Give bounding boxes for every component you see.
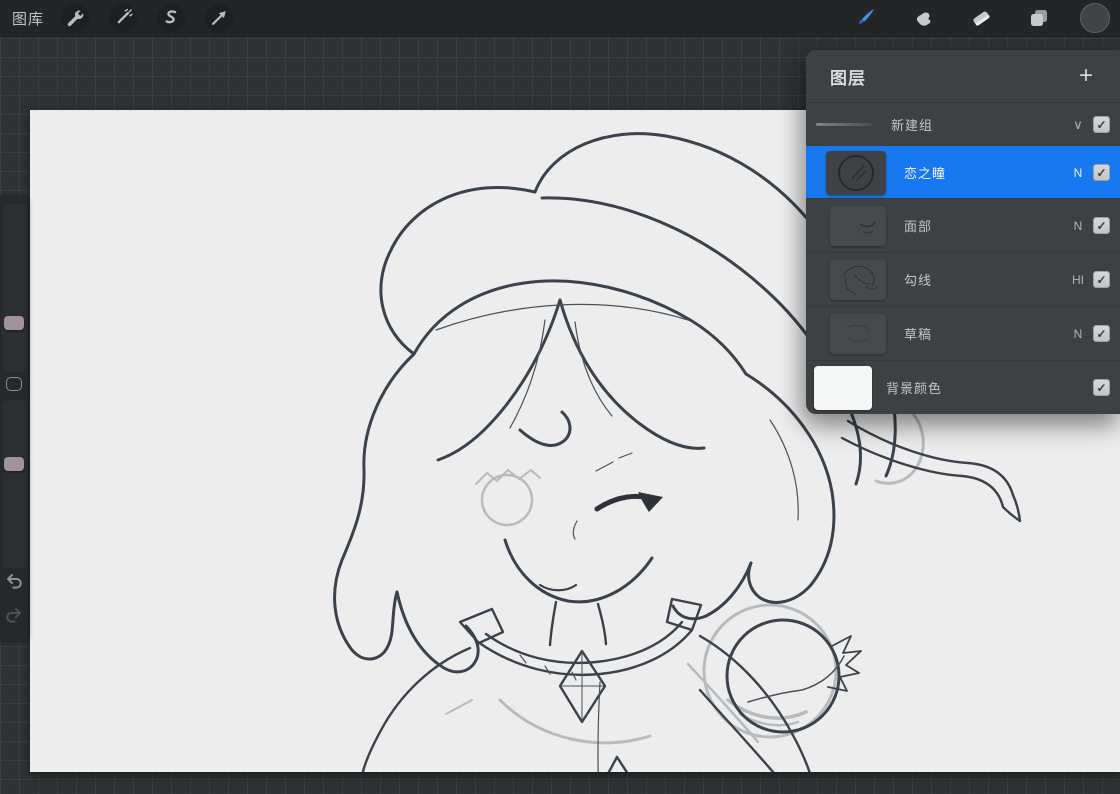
layer-row[interactable]: 草稿 N ✓ [806, 306, 1120, 360]
layer-visibility-checkbox[interactable]: ✓ [1093, 271, 1110, 288]
layer-name: 草稿 [904, 324, 932, 343]
group-name: 新建组 [891, 115, 933, 134]
actions-button[interactable] [58, 3, 92, 33]
procreate-workspace: 图库 [0, 0, 1120, 794]
layer-name: 恋之瞳 [904, 163, 946, 182]
layer-visibility-checkbox[interactable]: ✓ [1093, 217, 1110, 234]
blend-mode-badge[interactable]: N [1065, 166, 1091, 180]
opacity-slider[interactable] [2, 400, 26, 568]
layers-panel-title: 图层 [830, 64, 866, 89]
paint-tool-button[interactable] [848, 3, 882, 33]
add-layer-button[interactable]: + [1072, 62, 1100, 90]
blend-mode-badge[interactable]: N [1065, 219, 1091, 233]
group-visibility-checkbox[interactable]: ✓ [1093, 116, 1110, 133]
group-thumbnail [816, 123, 872, 126]
layer-name: 面部 [904, 216, 932, 235]
layer-group-row[interactable]: 新建组 ∨ ✓ [806, 102, 1120, 146]
transform-button[interactable] [202, 3, 236, 33]
layers-icon [1027, 6, 1051, 30]
background-visibility-checkbox[interactable]: ✓ [1093, 379, 1110, 396]
layer-row-selected[interactable]: 恋之瞳 N ✓ [806, 146, 1120, 198]
selection-button[interactable] [154, 3, 188, 33]
background-color-row[interactable]: 背景颜色 ✓ [806, 360, 1120, 414]
magic-wand-icon [113, 8, 133, 28]
paint-brush-icon [853, 6, 877, 30]
redo-button[interactable] [3, 604, 25, 626]
redo-icon [4, 606, 24, 624]
layer-thumbnail [826, 151, 886, 195]
undo-icon [4, 572, 24, 590]
layer-visibility-checkbox[interactable]: ✓ [1093, 325, 1110, 342]
eraser-icon [969, 6, 993, 30]
wrench-icon [65, 8, 85, 28]
selection-s-icon [161, 8, 181, 28]
layers-panel-header: 图层 + [806, 50, 1120, 102]
blend-mode-badge[interactable]: N [1065, 327, 1091, 341]
gallery-button[interactable]: 图库 [12, 8, 44, 29]
blend-mode-badge[interactable]: HI [1065, 273, 1091, 287]
layer-name: 勾线 [904, 270, 932, 289]
layer-row[interactable]: 勾线 HI ✓ [806, 252, 1120, 306]
sidebar-tool-strip [0, 196, 28, 642]
opacity-handle[interactable] [4, 457, 24, 471]
color-swatch-button[interactable] [1080, 3, 1110, 33]
transform-arrow-icon [209, 8, 229, 28]
top-toolbar: 图库 [0, 0, 1120, 36]
layers-panel: 图层 + 新建组 ∨ ✓ 恋之瞳 N ✓ [806, 50, 1120, 414]
background-color-name: 背景颜色 [886, 378, 942, 397]
layers-panel-button[interactable] [1022, 3, 1056, 33]
brush-size-handle[interactable] [4, 316, 24, 330]
layer-row[interactable]: 面部 N ✓ [806, 198, 1120, 252]
eraser-tool-button[interactable] [964, 3, 998, 33]
smudge-tool-button[interactable] [906, 3, 940, 33]
brush-size-slider[interactable] [2, 204, 26, 372]
layer-thumbnail [830, 314, 886, 354]
background-color-thumbnail [814, 366, 872, 410]
layer-thumbnail [830, 260, 886, 300]
adjustments-button[interactable] [106, 3, 140, 33]
layer-thumbnail [830, 206, 886, 246]
smudge-finger-icon [911, 6, 935, 30]
undo-button[interactable] [3, 570, 25, 592]
modify-button[interactable] [6, 377, 22, 391]
chevron-down-icon[interactable]: ∨ [1065, 117, 1091, 133]
layer-visibility-checkbox[interactable]: ✓ [1093, 164, 1110, 181]
